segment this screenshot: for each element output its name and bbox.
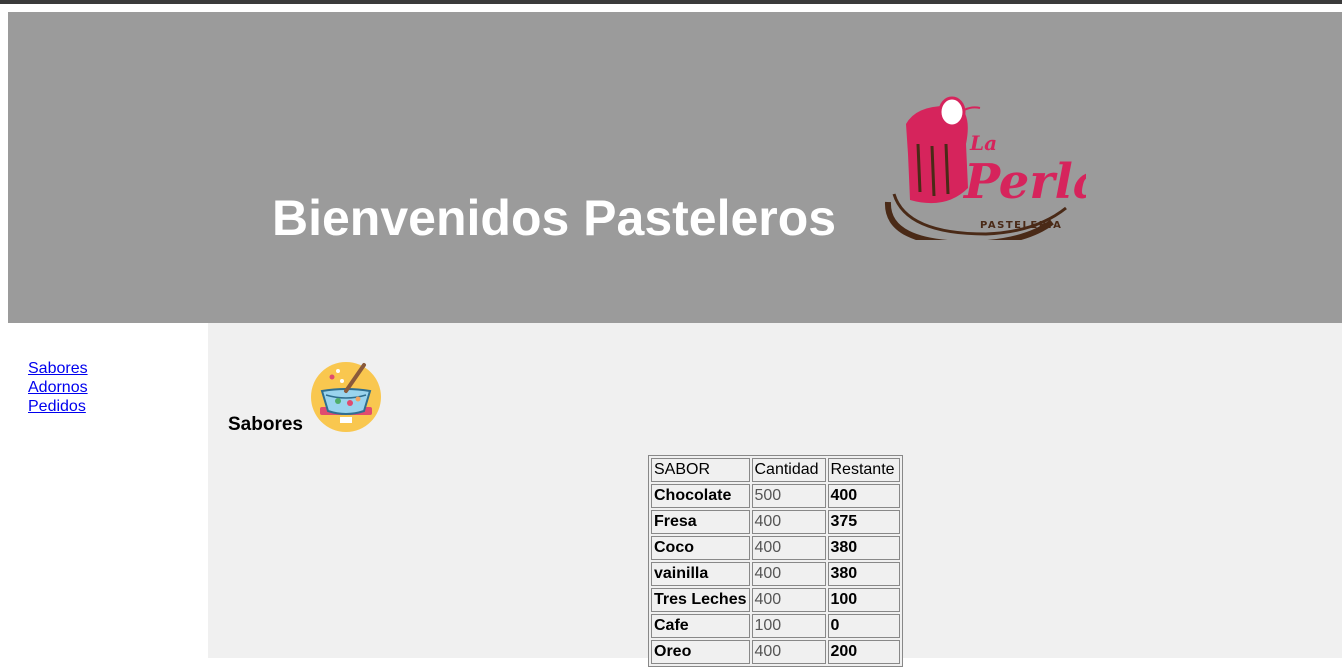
cell-sabor: vainilla [651,562,750,586]
nav-link-pedidos[interactable]: Pedidos [28,398,86,415]
cell-sabor: Cafe [651,614,750,638]
cell-cantidad: 400 [751,536,826,560]
nav-link-sabores[interactable]: Sabores [28,360,88,377]
column-header-restante: Restante [827,458,900,482]
cell-restante: 100 [827,588,900,612]
mixing-bowl-icon [311,362,381,432]
cell-restante: 400 [827,484,900,508]
logo-text-pasteleria: PASTELERÍA [980,218,1062,231]
cell-sabor: Coco [651,536,750,560]
cell-sabor: Tres Leches [651,588,750,612]
la-perla-logo: La Perla PASTELERÍA [884,96,1086,240]
cell-cantidad: 400 [751,562,826,586]
cell-sabor: Oreo [651,640,750,664]
cell-restante: 0 [827,614,900,638]
column-header-cantidad: Cantidad [751,458,826,482]
window-top-border [0,0,1342,4]
cell-restante: 380 [827,562,900,586]
table-row: Fresa 400 375 [651,510,900,534]
logo-text-la: La [969,131,997,155]
table-row: Coco 400 380 [651,536,900,560]
sidebar-nav: Sabores Adornos Pedidos [28,359,88,416]
main-content: Sabores SABOR Cantidad Restante Chocolat… [208,323,1342,667]
column-header-sabor: SABOR [651,458,750,482]
table-row: vainilla 400 380 [651,562,900,586]
table-row: Tres Leches 400 100 [651,588,900,612]
section-title: Sabores [228,414,303,435]
cell-cantidad: 400 [751,640,826,664]
table-row: Cafe 100 0 [651,614,900,638]
cell-restante: 200 [827,640,900,664]
cell-restante: 380 [827,536,900,560]
cell-cantidad: 500 [751,484,826,508]
cell-cantidad: 100 [751,614,826,638]
cell-restante: 375 [827,510,900,534]
sidebar: Sabores Adornos Pedidos [8,323,208,658]
cell-sabor: Fresa [651,510,750,534]
flavors-table: SABOR Cantidad Restante Chocolate 500 40… [648,455,903,667]
table-row: Oreo 400 200 [651,640,900,664]
table-row: Chocolate 500 400 [651,484,900,508]
cell-sabor: Chocolate [651,484,750,508]
page-header: Bienvenidos Pasteleros La Perla PASTELER… [8,12,1342,323]
logo-text-perla: Perla [962,154,1086,210]
nav-link-adornos[interactable]: Adornos [28,379,88,396]
table-header-row: SABOR Cantidad Restante [651,458,900,482]
cell-cantidad: 400 [751,588,826,612]
cell-cantidad: 400 [751,510,826,534]
page-title: Bienvenidos Pasteleros [272,190,837,246]
